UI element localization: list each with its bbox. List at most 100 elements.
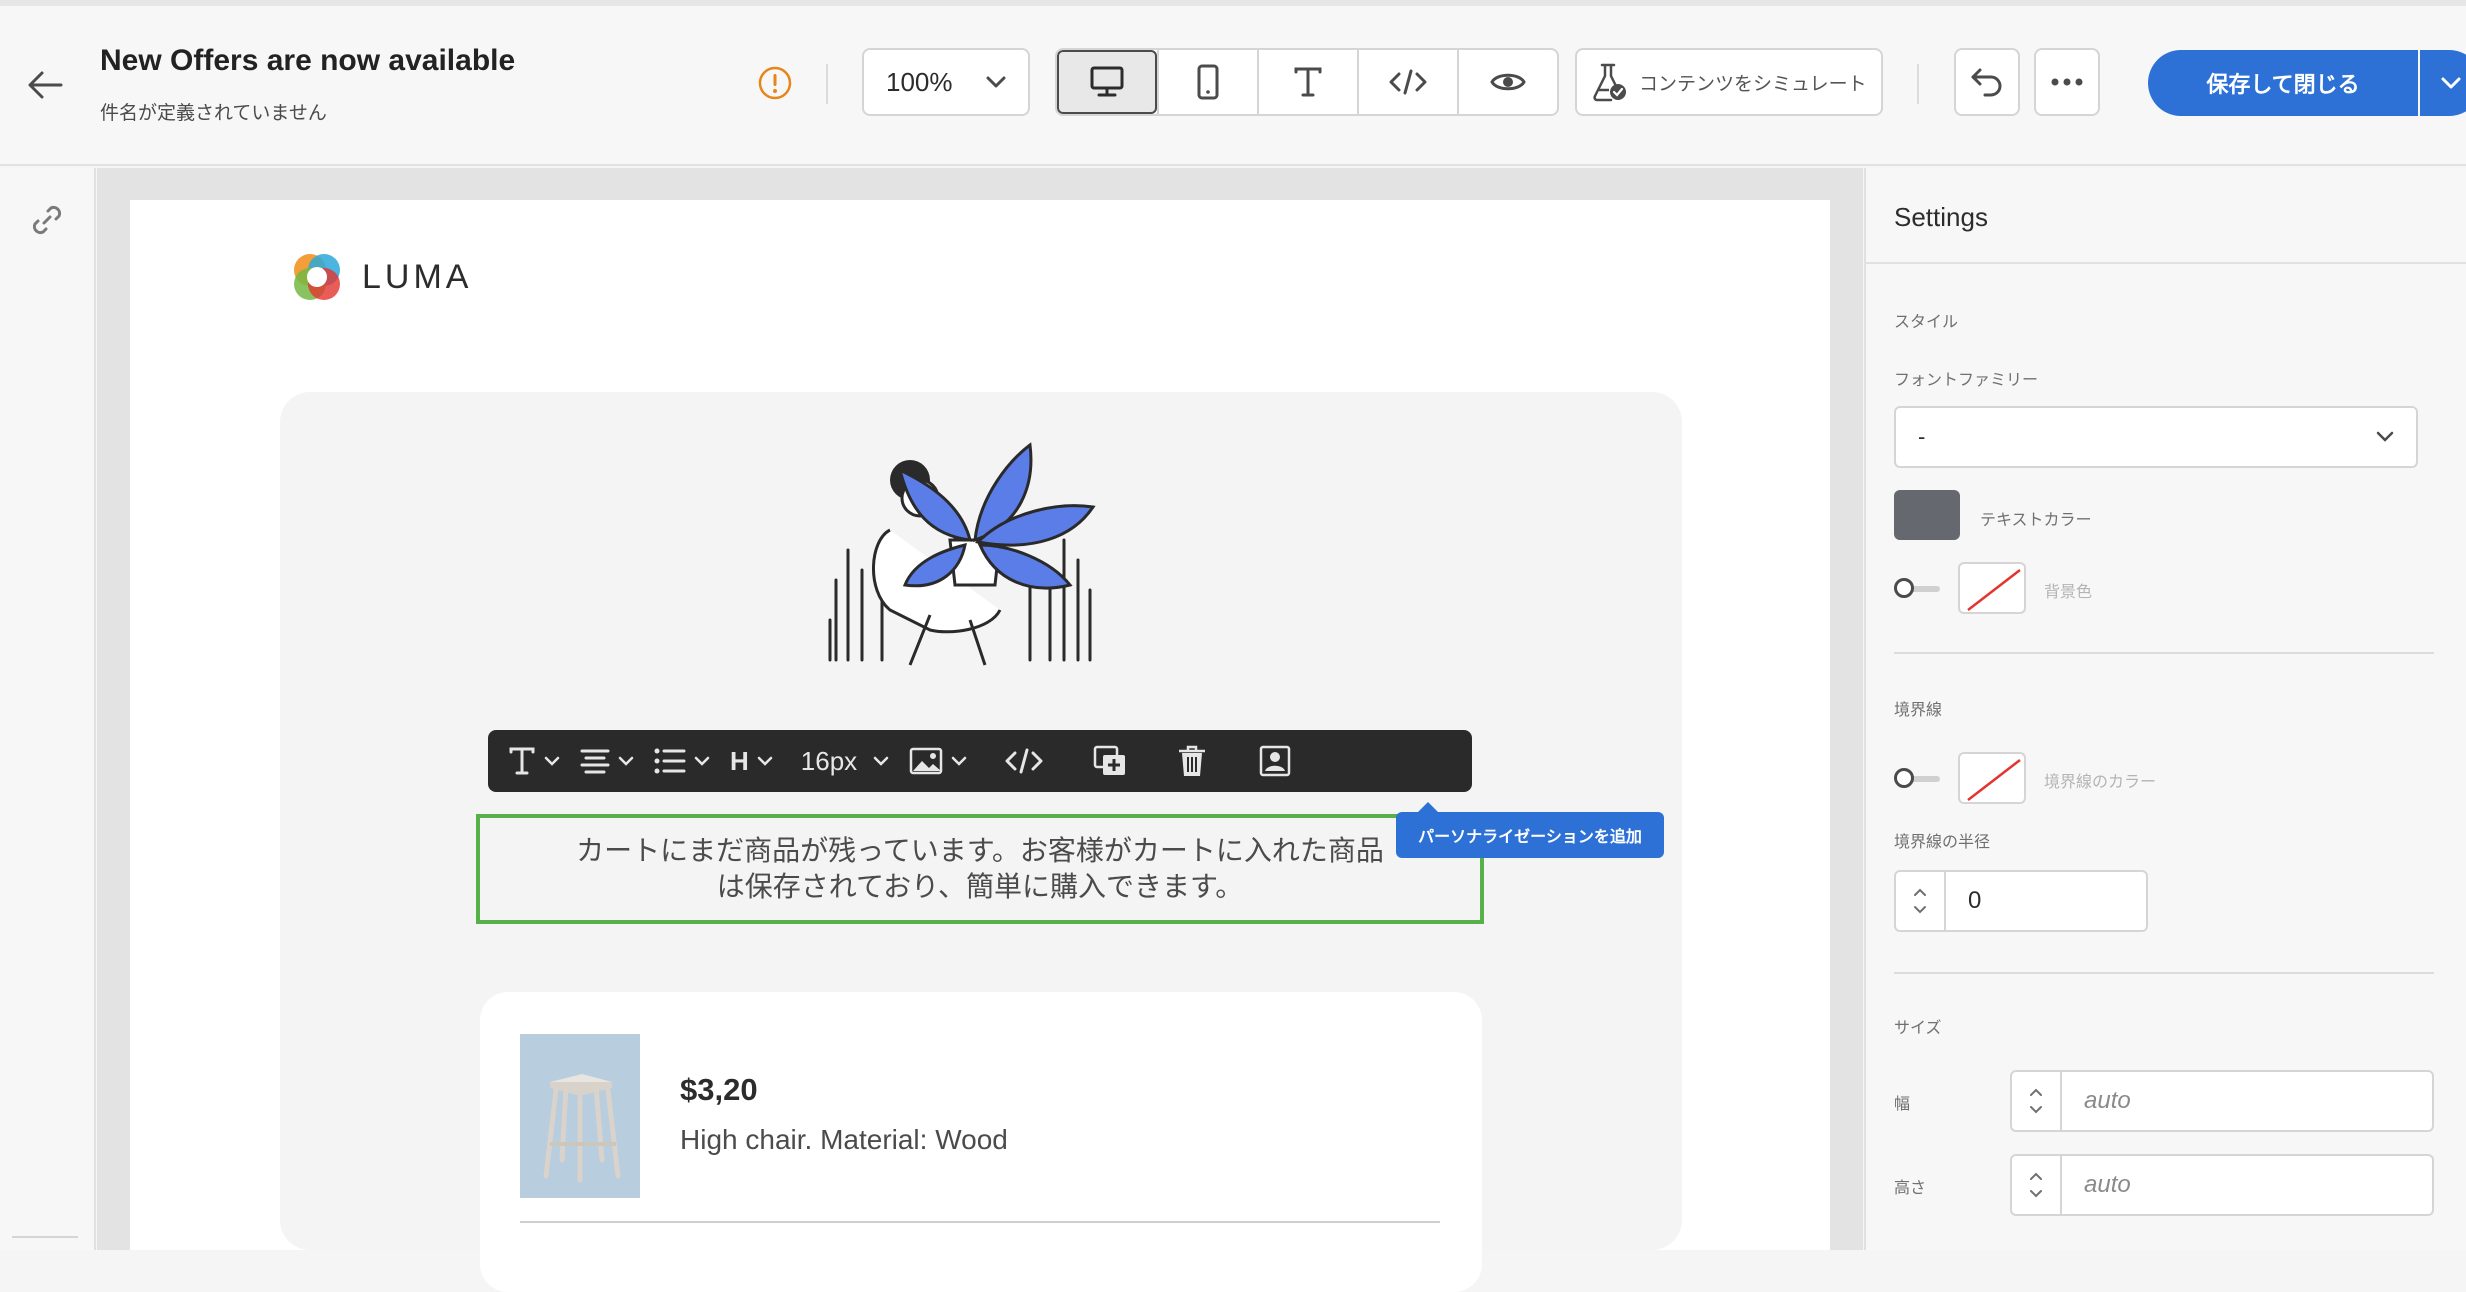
chevron-down-icon: [873, 756, 889, 766]
text-color-swatch[interactable]: [1894, 490, 1960, 540]
trash-icon: [1179, 745, 1206, 776]
code-icon: [1389, 69, 1427, 95]
chevron-down-icon: [2030, 1190, 2042, 1198]
zoom-value: 100%: [886, 66, 953, 97]
flask-icon: [1593, 63, 1626, 102]
eye-icon: [1490, 73, 1526, 91]
no-color-icon: [1967, 759, 2021, 801]
list-icon: [654, 748, 686, 774]
code-icon: [1005, 748, 1043, 774]
background-toggle[interactable]: [1894, 576, 1942, 600]
width-input[interactable]: auto: [2062, 1070, 2434, 1132]
text-style-menu[interactable]: [498, 730, 570, 792]
height-input[interactable]: auto: [2062, 1154, 2434, 1216]
undo-icon: [1971, 68, 2002, 97]
border-toggle[interactable]: [1894, 766, 1942, 790]
border-color-swatch[interactable]: [1958, 752, 2026, 804]
save-and-close-button[interactable]: 保存して閉じる: [2148, 50, 2418, 116]
subject-status: 件名が定義されていません: [100, 103, 327, 124]
font-family-select[interactable]: -: [1894, 406, 2418, 468]
size-section-label: サイズ: [1894, 1020, 1942, 1037]
chevron-down-icon: [951, 756, 967, 766]
more-icon: [2051, 78, 2083, 86]
border-section-label: 境界線: [1894, 702, 1943, 719]
view-mode-toggle: [1055, 48, 1559, 116]
page-title: New Offers are now available: [100, 44, 516, 77]
header-divider: [1917, 64, 1919, 104]
chevron-down-icon: [2441, 77, 2461, 89]
cart-message-line: は保存されており、簡単に購入できます。: [716, 871, 1244, 902]
undo-button[interactable]: [1954, 48, 2020, 116]
width-label: 幅: [1894, 1096, 1911, 1113]
background-color-label: 背景色: [2044, 584, 2093, 601]
preview-button[interactable]: [1457, 50, 1557, 114]
mobile-view-button[interactable]: [1157, 50, 1257, 114]
product-divider: [520, 1221, 1440, 1223]
cart-message-text: カートにまだ商品が残っています。お客様がカートに入れた商品 は保存されており、簡…: [576, 833, 1384, 905]
image-menu[interactable]: [899, 730, 977, 792]
desktop-icon: [1090, 66, 1124, 97]
code-view-button[interactable]: [1357, 50, 1457, 114]
plant-illustration[interactable]: [820, 420, 1110, 690]
personalization-tooltip: パーソナライゼーションを追加: [1396, 802, 1664, 858]
panel-divider: [1866, 262, 2466, 264]
chevron-down-icon: [1914, 906, 1926, 914]
no-color-icon: [1967, 569, 2021, 611]
border-color-label: 境界線のカラー: [2044, 774, 2157, 791]
font-size-menu[interactable]: 16px: [783, 730, 899, 792]
source-code-button[interactable]: [977, 730, 1071, 792]
save-options-dropdown[interactable]: [2420, 50, 2466, 116]
chevron-down-icon: [2030, 1106, 2042, 1114]
simulate-label: コンテンツをシミュレート: [1639, 73, 1867, 95]
text-icon: [509, 747, 535, 775]
add-personalization-button[interactable]: [1235, 730, 1315, 792]
zoom-select[interactable]: 100%: [862, 48, 1030, 116]
back-arrow-icon[interactable]: [22, 62, 68, 108]
text-color-label: テキストカラー: [1980, 512, 2092, 529]
more-options-button[interactable]: [2034, 48, 2100, 116]
font-size-value: 16px: [800, 745, 858, 776]
text-view-button[interactable]: [1257, 50, 1357, 114]
align-menu[interactable]: [570, 730, 644, 792]
chevron-down-icon: [544, 756, 560, 766]
desktop-view-button[interactable]: [1057, 50, 1157, 114]
luma-logo-icon: [294, 254, 340, 300]
font-family-label: フォントファミリー: [1894, 372, 2039, 389]
height-label: 高さ: [1894, 1180, 1927, 1197]
align-center-icon: [580, 749, 610, 774]
logo-text: LUMA: [362, 257, 473, 296]
product-image[interactable]: [520, 1034, 640, 1198]
left-rail: [0, 168, 96, 1250]
header-divider: [826, 64, 828, 104]
text-icon: [1294, 67, 1322, 97]
duplicate-icon: [1093, 745, 1126, 775]
rail-divider: [12, 1236, 78, 1238]
chevron-down-icon: [2376, 431, 2394, 442]
rich-text-toolbar: H 16px: [488, 730, 1472, 792]
heading-menu[interactable]: H: [720, 730, 783, 792]
chevron-down-icon: [694, 756, 710, 766]
width-stepper[interactable]: [2010, 1070, 2062, 1132]
border-radius-input[interactable]: 0: [1946, 870, 2148, 932]
selected-text-block[interactable]: カートにまだ商品が残っています。お客様がカートに入れた商品 は保存されており、簡…: [476, 814, 1484, 924]
border-radius-stepper[interactable]: [1894, 870, 1946, 932]
chevron-down-icon: [618, 756, 634, 766]
simulate-content-button[interactable]: コンテンツをシミュレート: [1575, 48, 1883, 116]
link-icon[interactable]: [27, 200, 67, 240]
heading-label: H: [730, 745, 749, 776]
chevron-up-icon: [1914, 888, 1926, 896]
chevron-up-icon: [2030, 1172, 2042, 1180]
chevron-up-icon: [2030, 1088, 2042, 1096]
personalization-icon: [1259, 745, 1291, 777]
background-color-swatch[interactable]: [1958, 562, 2026, 614]
border-radius-label: 境界線の半径: [1894, 834, 1991, 851]
chevron-down-icon: [757, 756, 773, 766]
chevron-down-icon: [986, 76, 1006, 88]
height-stepper[interactable]: [2010, 1154, 2062, 1216]
list-menu[interactable]: [644, 730, 720, 792]
delete-button[interactable]: [1149, 730, 1235, 792]
luma-logo: LUMA: [290, 250, 472, 304]
warning-icon[interactable]: [758, 66, 792, 100]
duplicate-button[interactable]: [1071, 730, 1149, 792]
mobile-icon: [1197, 64, 1219, 100]
